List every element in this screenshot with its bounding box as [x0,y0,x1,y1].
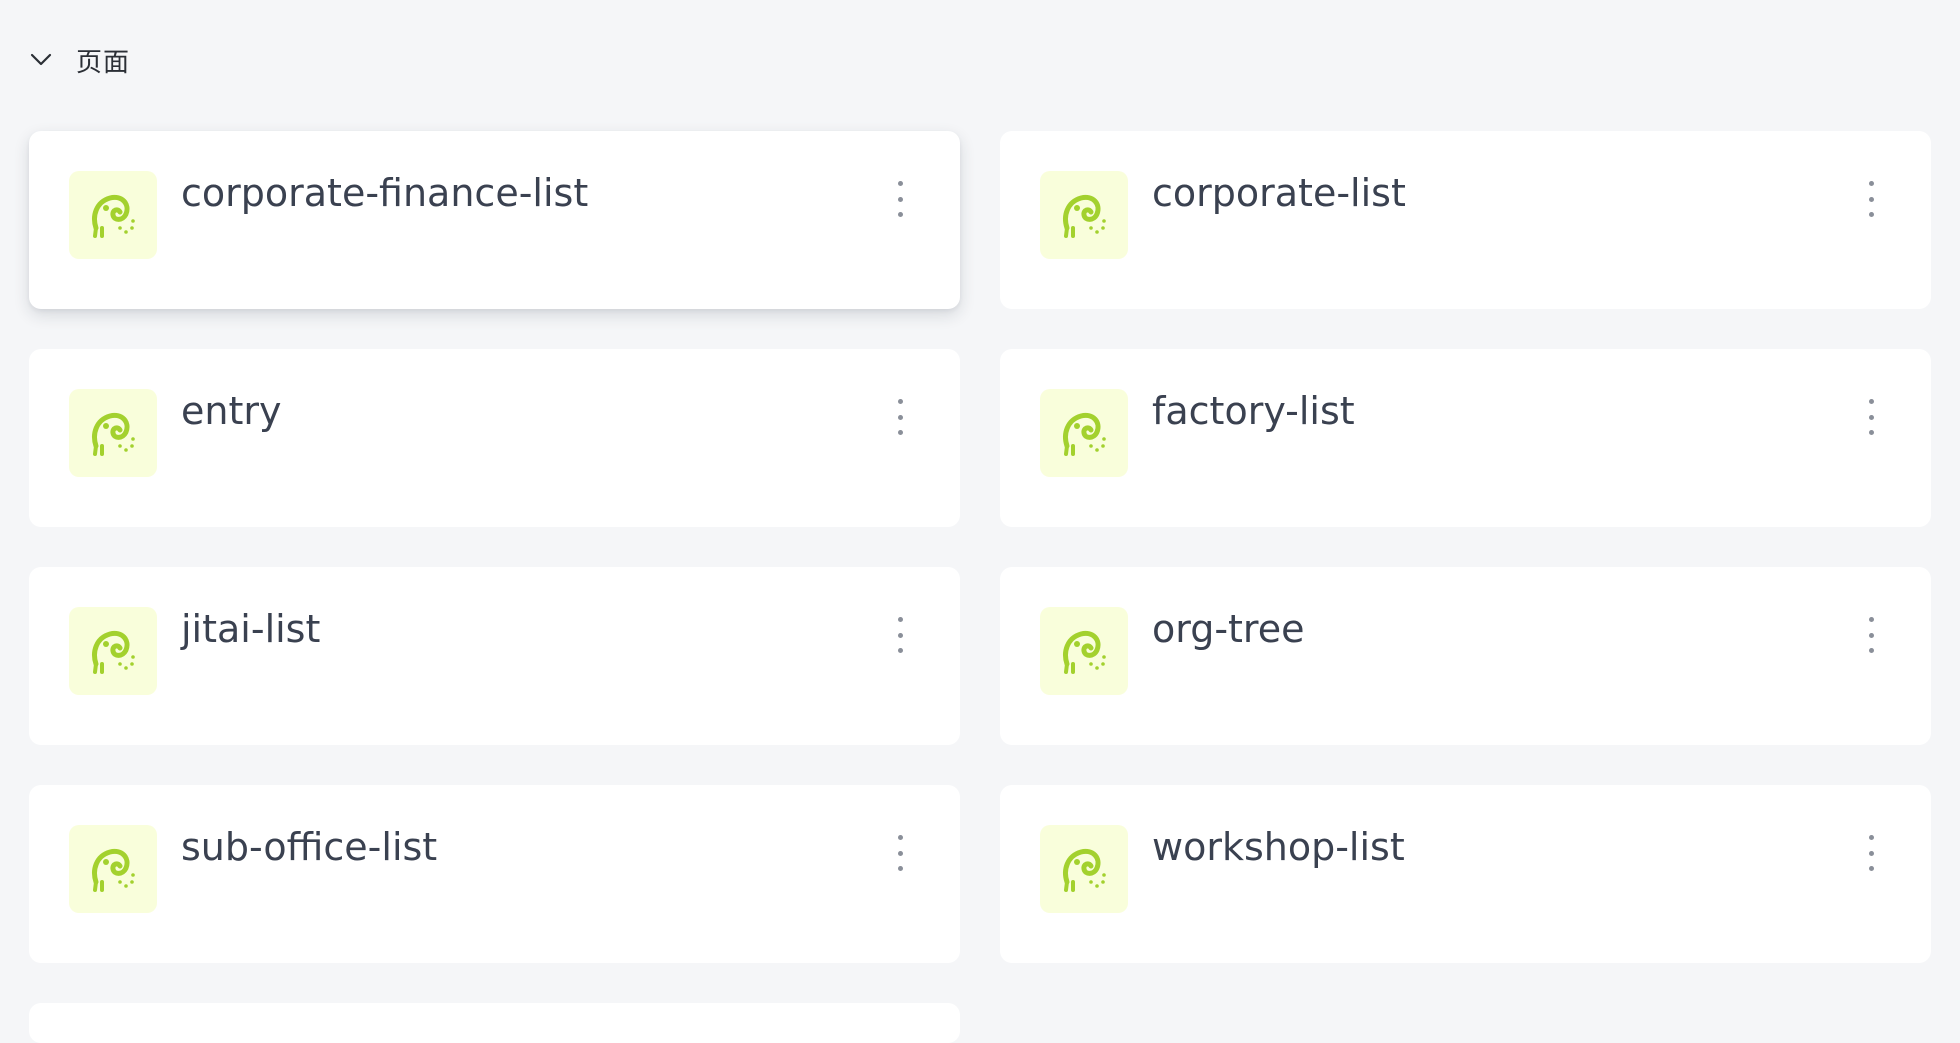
page-card[interactable]: workshop-list [1000,785,1931,963]
page-card-title: sub-office-list [181,825,438,869]
more-options-button[interactable] [1859,617,1883,653]
more-dot [897,866,903,871]
page-card[interactable]: org-tree [1000,567,1931,745]
more-dot [1868,430,1874,435]
page-card-title: jitai-list [181,607,321,651]
more-dot [1868,399,1874,404]
more-dot [1868,212,1874,217]
chameleon-icon [69,607,157,695]
page-card[interactable]: jitai-list [29,567,960,745]
more-options-button[interactable] [888,617,912,653]
more-dot [1868,181,1874,186]
page-card-title: entry [181,389,282,433]
more-dot [897,196,903,202]
page-card-partial[interactable] [29,1003,960,1043]
more-dot [1868,835,1874,840]
page-card-title: org-tree [1152,607,1305,651]
more-options-button[interactable] [1859,181,1883,217]
chameleon-icon [69,171,157,259]
page-card-title: workshop-list [1152,825,1405,869]
more-dot [1868,632,1874,638]
more-dot [1868,648,1874,653]
section-toggle[interactable]: 页面 [28,40,130,80]
more-options-button[interactable] [888,181,912,217]
more-options-button[interactable] [1859,835,1883,871]
chameleon-icon [1040,171,1128,259]
more-dot [897,181,903,186]
chevron-down-icon [28,47,54,73]
more-options-button[interactable] [888,399,912,435]
more-dot [1868,414,1874,420]
more-dot [1868,850,1874,856]
more-options-button[interactable] [1859,399,1883,435]
chameleon-icon [1040,825,1128,913]
more-dot [897,835,903,840]
more-dot [897,399,903,404]
chameleon-icon [1040,389,1128,477]
more-dot [1868,617,1874,622]
chameleon-icon [69,825,157,913]
more-dot [1868,196,1874,202]
more-options-button[interactable] [888,835,912,871]
more-dot [897,414,903,420]
page-card-title: corporate-list [1152,171,1406,215]
page-card[interactable]: corporate-list [1000,131,1931,309]
more-dot [897,430,903,435]
page-card[interactable]: sub-office-list [29,785,960,963]
page-card-title: factory-list [1152,389,1355,433]
page-card-title: corporate-finance-list [181,171,589,215]
page-card[interactable]: factory-list [1000,349,1931,527]
more-dot [897,212,903,217]
page-card[interactable]: corporate-finance-list [29,131,960,309]
more-dot [897,648,903,653]
more-dot [1868,866,1874,871]
more-dot [897,617,903,622]
more-dot [897,632,903,638]
chameleon-icon [69,389,157,477]
more-dot [897,850,903,856]
page-card-grid: corporate-finance-list corporate-list en… [29,131,1931,1043]
section-title: 页面 [76,47,131,78]
page-card[interactable]: entry [29,349,960,527]
chameleon-icon [1040,607,1128,695]
